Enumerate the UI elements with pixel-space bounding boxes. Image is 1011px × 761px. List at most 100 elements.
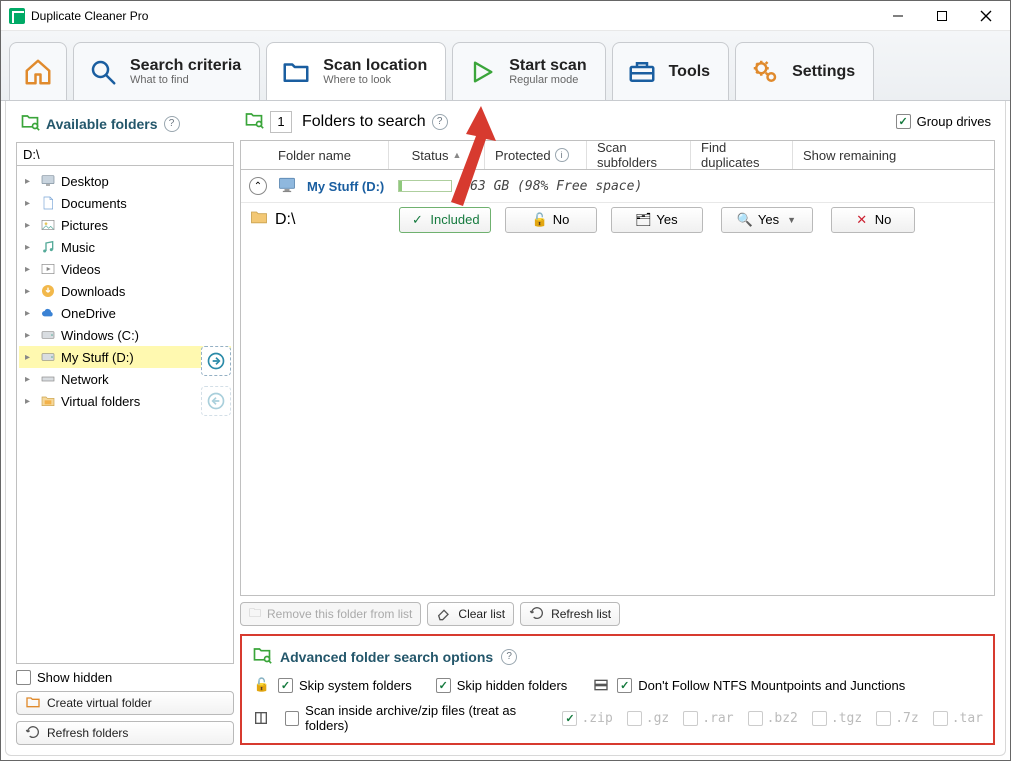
ext-label: .tar (952, 711, 983, 726)
tree-item-onedrive[interactable]: ▸ OneDrive (19, 302, 231, 324)
chevron-down-icon: ▼ (787, 215, 796, 225)
refresh-icon (25, 724, 41, 743)
remove-folder-button[interactable] (201, 386, 231, 416)
tree-item-label: Windows (C:) (61, 328, 139, 343)
refresh-folders-button[interactable]: Refresh folders (16, 721, 234, 745)
lock-icon: 🔓 (252, 677, 272, 693)
toolbox-icon (625, 55, 659, 89)
subfolders-pill[interactable]: 🗂Yes (611, 207, 703, 233)
add-folder-button[interactable] (201, 346, 231, 376)
help-icon[interactable]: ? (164, 116, 180, 132)
col-subfolders[interactable]: Scan subfolders (587, 141, 691, 169)
folder-tree[interactable]: ▸Desktop▸Documents▸Pictures▸Music▸Videos… (16, 166, 234, 664)
clear-list-button[interactable]: Clear list (427, 602, 514, 626)
caret-icon: ▸ (25, 308, 35, 319)
tree-item-windows-c-[interactable]: ▸Windows (C:) (19, 324, 231, 346)
create-virtual-folder-button[interactable]: Create virtual folder (16, 691, 234, 715)
find-pill[interactable]: 🔍Yes▼ (721, 207, 813, 233)
checkbox-icon (933, 711, 948, 726)
ext-label: .tgz (831, 711, 862, 726)
archive-icon (252, 710, 271, 726)
help-icon[interactable]: ? (501, 649, 517, 665)
tab-label: Scan location (323, 57, 427, 75)
folders-icon: 🗂 (636, 212, 650, 228)
tab-sublabel: Regular mode (509, 74, 586, 86)
close-button[interactable] (964, 2, 1008, 30)
check-icon: ✓ (410, 212, 424, 228)
available-folders-header: Available folders ? (16, 109, 234, 138)
tab-tools[interactable]: Tools (612, 42, 729, 100)
button-label: Refresh list (551, 607, 611, 621)
tree-item-desktop[interactable]: ▸Desktop (19, 170, 231, 192)
tab-label: Settings (792, 63, 855, 81)
tree-item-label: Virtual folders (61, 394, 140, 409)
show-hidden-checkbox[interactable]: Show hidden (16, 670, 234, 685)
tree-item-pictures[interactable]: ▸Pictures (19, 214, 231, 236)
tab-label: Start scan (509, 57, 586, 75)
info-icon[interactable]: i (555, 148, 569, 162)
ext-label: .bz2 (767, 711, 798, 726)
tab-settings[interactable]: Settings (735, 42, 874, 100)
app-icon (9, 8, 25, 24)
col-protected[interactable]: Protected i (485, 141, 587, 169)
path-input[interactable]: D:\ (16, 142, 234, 166)
refresh-list-button[interactable]: Refresh list (520, 602, 620, 626)
remaining-pill[interactable]: ✕No (831, 207, 915, 233)
skip-system-checkbox[interactable]: Skip system folders (278, 678, 412, 693)
disk-icon (39, 327, 57, 343)
sort-up-icon: ▲ (452, 150, 461, 160)
monitor-icon (277, 175, 297, 198)
ext-gz[interactable]: .gz (627, 711, 669, 726)
ext-tar[interactable]: .tar (933, 711, 983, 726)
ext-bz2[interactable]: .bz2 (748, 711, 798, 726)
ext-7z[interactable]: .7z (876, 711, 918, 726)
tree-item-label: OneDrive (61, 306, 116, 321)
tree-item-videos[interactable]: ▸Videos (19, 258, 231, 280)
tab-scan-location[interactable]: Scan location Where to look (266, 42, 446, 100)
drive-group-row[interactable]: ⌃ My Stuff (D:) 163 GB (98% Free space) (241, 170, 994, 202)
folder-entry-row[interactable]: D:\ ✓Included 🔓No 🗂Yes 🔍Yes▼ ✕No (241, 202, 994, 236)
tree-item-virtual-folders[interactable]: ▸Virtual folders (19, 390, 231, 412)
col-remaining[interactable]: Show remaining (793, 141, 994, 169)
remove-icon: 🗀 (249, 604, 261, 625)
folder-toolbar: 🗀 Remove this folder from list Clear lis… (240, 596, 995, 634)
caret-icon: ▸ (25, 286, 35, 297)
folder-search-icon (244, 109, 264, 134)
tab-start-scan[interactable]: Start scan Regular mode (452, 42, 605, 100)
tree-item-documents[interactable]: ▸Documents (19, 192, 231, 214)
tree-item-label: Documents (61, 196, 127, 211)
caret-icon: ▸ (25, 264, 35, 275)
option-label: Scan inside archive/zip files (treat as … (305, 703, 548, 733)
skip-hidden-checkbox[interactable]: Skip hidden folders (436, 678, 568, 693)
status-pill[interactable]: ✓Included (399, 207, 491, 233)
protected-pill[interactable]: 🔓No (505, 207, 597, 233)
collapse-icon[interactable]: ⌃ (249, 177, 267, 195)
advanced-options-panel: Advanced folder search options ? 🔓 Skip … (240, 634, 995, 745)
tree-item-label: Network (61, 372, 109, 387)
ext-tgz[interactable]: .tgz (812, 711, 862, 726)
tree-item-label: Desktop (61, 174, 109, 189)
col-find[interactable]: Find duplicates (691, 141, 793, 169)
tree-item-my-stuff-d-[interactable]: ▸My Stuff (D:) (19, 346, 231, 368)
caret-icon: ▸ (25, 352, 35, 363)
ext-zip[interactable]: .zip (562, 711, 612, 726)
minimize-button[interactable] (876, 2, 920, 30)
tab-search-criteria[interactable]: Search criteria What to find (73, 42, 260, 100)
group-drives-checkbox[interactable]: Group drives (896, 114, 991, 129)
eraser-icon (436, 605, 452, 624)
scan-archives-checkbox[interactable]: Scan inside archive/zip files (treat as … (285, 703, 549, 733)
download-icon (39, 283, 57, 299)
tree-item-network[interactable]: ▸Network (19, 368, 231, 390)
music-icon (39, 239, 57, 255)
ntfs-checkbox[interactable]: Don't Follow NTFS Mountpoints and Juncti… (617, 678, 905, 693)
tree-item-music[interactable]: ▸Music (19, 236, 231, 258)
ext-rar[interactable]: .rar (683, 711, 733, 726)
col-status[interactable]: Status ▲ (389, 141, 485, 169)
tree-item-downloads[interactable]: ▸Downloads (19, 280, 231, 302)
remove-this-folder-button[interactable]: 🗀 Remove this folder from list (240, 602, 421, 626)
help-icon[interactable]: ? (432, 114, 448, 130)
titlebar: Duplicate Cleaner Pro (1, 1, 1010, 31)
maximize-button[interactable] (920, 2, 964, 30)
col-folder[interactable]: Folder name (241, 141, 389, 169)
tab-home[interactable] (9, 42, 67, 100)
